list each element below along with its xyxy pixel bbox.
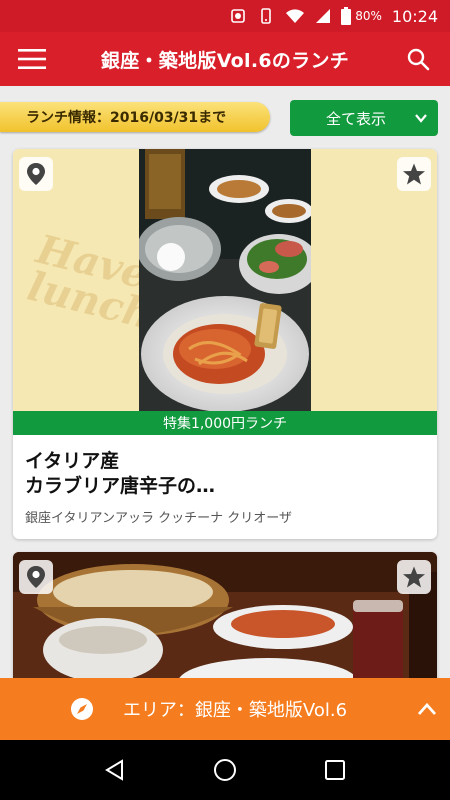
menu-icon [18, 49, 46, 69]
show-all-label: 全て表示 [325, 109, 386, 128]
shop-name: 銀座イタリアンアッラ クッチーナ クリオーザ [25, 511, 292, 526]
show-all-dropdown[interactable]: 全て表示 [290, 100, 438, 136]
dish-title-line-1: イタリア産 [25, 450, 120, 472]
wifi-icon [285, 8, 305, 24]
battery-percent: 80% [355, 9, 382, 23]
area-selector[interactable]: エリア：銀座・築地版Vol.6 [0, 678, 450, 740]
dish-title-line-2: カラブリア唐辛子の… [25, 475, 216, 497]
food-photo [13, 552, 437, 692]
search-icon [407, 48, 430, 71]
area-label: エリア：銀座・築地版Vol.6 [122, 700, 348, 721]
home-button[interactable] [205, 750, 245, 790]
feature-tag: 特集1,000円ランチ [13, 411, 437, 435]
favorite-button[interactable] [397, 560, 431, 594]
favorite-button[interactable] [397, 157, 431, 191]
lunch-card-image: Have a nice lunch! [13, 149, 437, 411]
map-pin-button[interactable] [19, 157, 53, 191]
food-photo [139, 149, 311, 411]
status-bar: 80% 10:24 [0, 0, 450, 32]
notification-icon [229, 7, 247, 25]
app-bar: 銀座・築地版Vol.6のランチ [0, 32, 450, 86]
chevron-up-icon [417, 702, 437, 715]
clock: 10:24 [391, 6, 438, 26]
battery-icon [341, 7, 352, 25]
page-title: 銀座・築地版Vol.6のランチ [100, 49, 350, 72]
system-nav-bar [0, 740, 450, 800]
star-icon [403, 163, 425, 185]
search-button[interactable] [386, 32, 450, 86]
lunch-card[interactable]: Have a nice lunch! [13, 149, 437, 539]
lunch-card[interactable] [13, 552, 437, 692]
map-pin-button[interactable] [19, 560, 53, 594]
recents-icon [325, 760, 345, 780]
info-row: ランチ情報：2016/03/31まで 全て表示 [0, 96, 450, 136]
back-icon [105, 759, 123, 781]
map-pin-icon [27, 566, 45, 588]
signal-icon [315, 8, 331, 24]
compass-icon [71, 698, 93, 720]
recents-button[interactable] [315, 750, 355, 790]
vibrate-icon [257, 7, 275, 25]
dish-title: イタリア産 カラブリア唐辛子の… [25, 449, 425, 499]
menu-button[interactable] [0, 32, 64, 86]
back-button[interactable] [95, 750, 135, 790]
map-pin-icon [27, 163, 45, 185]
star-icon [403, 566, 425, 588]
home-icon [214, 759, 236, 781]
lunch-info-banner: ランチ情報：2016/03/31まで [0, 102, 270, 132]
chevron-down-icon [415, 114, 427, 123]
